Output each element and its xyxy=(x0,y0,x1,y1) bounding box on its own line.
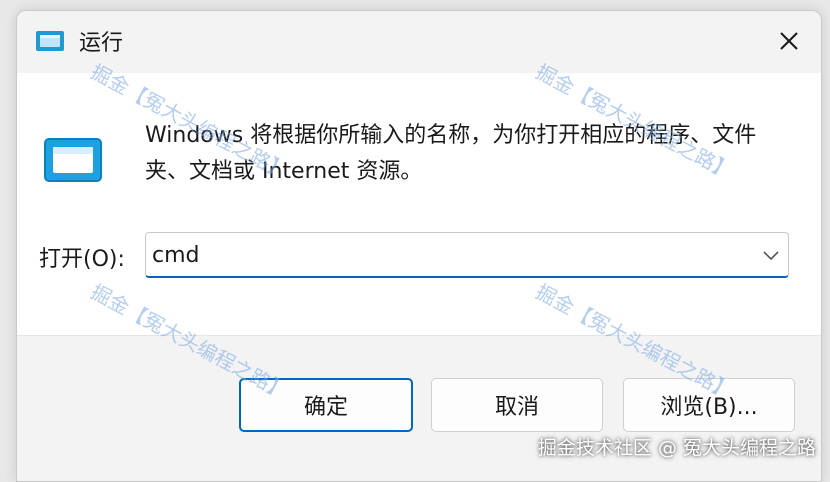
run-app-icon xyxy=(41,133,105,187)
run-dialog: 运行 Windows 将根据你所输入的名称，为你打开相应的程序、文件夹、文档或 … xyxy=(16,10,822,482)
close-button[interactable] xyxy=(771,23,807,59)
title-bar[interactable]: 运行 xyxy=(17,11,821,73)
window-title: 运行 xyxy=(79,31,124,56)
browse-button[interactable]: 浏览(B)... xyxy=(623,378,795,432)
run-icon xyxy=(35,30,65,52)
command-combobox[interactable] xyxy=(145,232,789,278)
chevron-down-icon[interactable] xyxy=(762,247,780,261)
open-label: 打开(O): xyxy=(39,247,125,272)
ok-button[interactable]: 确定 xyxy=(239,378,413,432)
credit-watermark: 掘金技术社区 @ 冤大头编程之路 xyxy=(537,437,816,459)
description-text: Windows 将根据你所输入的名称，为你打开相应的程序、文件夹、文档或 Int… xyxy=(145,123,757,184)
cancel-button[interactable]: 取消 xyxy=(431,378,603,432)
close-icon xyxy=(780,32,798,50)
command-input[interactable] xyxy=(152,239,752,271)
dialog-content: Windows 将根据你所输入的名称，为你打开相应的程序、文件夹、文档或 Int… xyxy=(17,73,821,335)
